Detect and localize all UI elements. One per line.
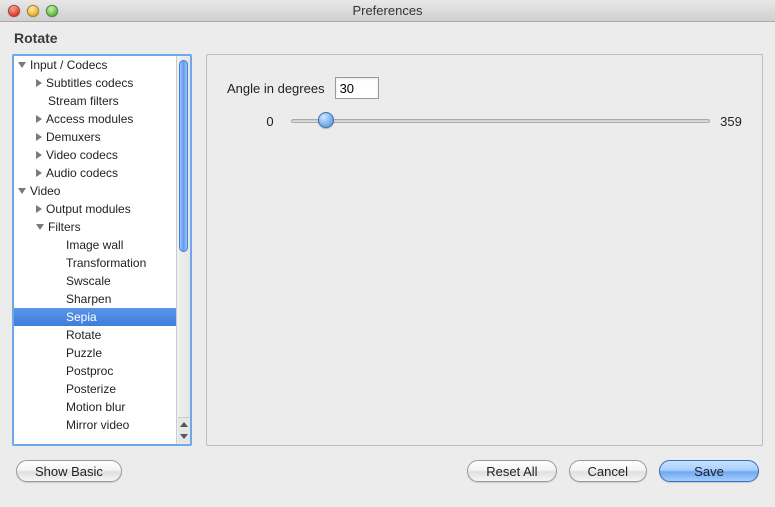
tree-spacer: [54, 259, 62, 267]
angle-label: Angle in degrees: [227, 81, 325, 96]
disclosure-triangle-icon[interactable]: [18, 62, 26, 68]
tree-spacer: [36, 97, 44, 105]
disclosure-triangle-icon[interactable]: [36, 224, 44, 230]
tree-item-label: Video: [30, 184, 60, 198]
tree-spacer: [54, 385, 62, 393]
tree-item[interactable]: Sharpen: [14, 290, 176, 308]
show-basic-button[interactable]: Show Basic: [16, 460, 122, 482]
cancel-button[interactable]: Cancel: [569, 460, 647, 482]
tree-item-label: Puzzle: [66, 346, 102, 360]
tree-item[interactable]: Subtitles codecs: [14, 74, 176, 92]
slider-max-label: 359: [720, 114, 742, 129]
disclosure-triangle-icon[interactable]: [36, 115, 42, 123]
disclosure-triangle-icon[interactable]: [18, 188, 26, 194]
tree-item[interactable]: Transformation: [14, 254, 176, 272]
tree-item-label: Image wall: [66, 238, 123, 252]
window-title: Preferences: [0, 3, 775, 18]
tree-item[interactable]: Motion blur: [14, 398, 176, 416]
scroll-thumb[interactable]: [179, 60, 188, 252]
tree-spacer: [54, 367, 62, 375]
tree-item[interactable]: Posterize: [14, 380, 176, 398]
tree-item[interactable]: Output modules: [14, 200, 176, 218]
disclosure-triangle-icon[interactable]: [36, 169, 42, 177]
disclosure-triangle-icon[interactable]: [36, 205, 42, 213]
chevron-up-icon: [180, 422, 188, 427]
tree-item[interactable]: Mirror video: [14, 416, 176, 434]
tree-item[interactable]: Swscale: [14, 272, 176, 290]
tree-spacer: [54, 313, 62, 321]
save-button[interactable]: Save: [659, 460, 759, 482]
reset-all-button[interactable]: Reset All: [467, 460, 556, 482]
tree-item-label: Rotate: [66, 328, 101, 342]
category-sidebar: Input / Codecs Subtitles codecs Stream fil…: [12, 54, 192, 446]
tree-item[interactable]: Sepia: [14, 308, 176, 326]
tree-item[interactable]: Video: [14, 182, 176, 200]
content-area: Input / Codecs Subtitles codecs Stream fil…: [0, 50, 775, 454]
tree-item-label: Mirror video: [66, 418, 129, 432]
tree-item-label: Postproc: [66, 364, 113, 378]
tree-item[interactable]: Postproc: [14, 362, 176, 380]
titlebar: Preferences: [0, 0, 775, 22]
scroll-down-button[interactable]: [178, 430, 189, 443]
tree-item-label: Output modules: [46, 202, 131, 216]
tree-item-label: Filters: [48, 220, 81, 234]
tree-item-label: Motion blur: [66, 400, 125, 414]
tree-item[interactable]: Stream filters: [14, 92, 176, 110]
tree-item-label: Audio codecs: [46, 166, 118, 180]
tree-item[interactable]: Video codecs: [14, 146, 176, 164]
tree-item-label: Posterize: [66, 382, 116, 396]
tree-item[interactable]: Puzzle: [14, 344, 176, 362]
footer-bar: Show Basic Reset All Cancel Save: [0, 454, 775, 492]
page-title: Rotate: [0, 22, 775, 50]
disclosure-triangle-icon[interactable]: [36, 79, 42, 87]
tree-item-label: Sepia: [66, 310, 97, 324]
tree-item[interactable]: Audio codecs: [14, 164, 176, 182]
tree-item-label: Swscale: [66, 274, 111, 288]
angle-field-row: Angle in degrees: [227, 77, 742, 99]
angle-input[interactable]: [335, 77, 379, 99]
category-tree[interactable]: Input / Codecs Subtitles codecs Stream fil…: [14, 56, 176, 444]
tree-spacer: [54, 403, 62, 411]
tree-item-label: Stream filters: [48, 94, 119, 108]
disclosure-triangle-icon[interactable]: [36, 133, 42, 141]
disclosure-triangle-icon[interactable]: [36, 151, 42, 159]
angle-slider[interactable]: [291, 111, 710, 131]
tree-item-label: Demuxers: [46, 130, 101, 144]
tree-item[interactable]: Demuxers: [14, 128, 176, 146]
tree-item[interactable]: Rotate: [14, 326, 176, 344]
tree-item-label: Video codecs: [46, 148, 118, 162]
tree-item[interactable]: Input / Codecs: [14, 56, 176, 74]
tree-spacer: [54, 421, 62, 429]
tree-item-label: Access modules: [46, 112, 133, 126]
tree-item-label: Subtitles codecs: [46, 76, 133, 90]
chevron-down-icon: [180, 434, 188, 439]
tree-item-label: Sharpen: [66, 292, 111, 306]
tree-spacer: [54, 241, 62, 249]
tree-item[interactable]: Image wall: [14, 236, 176, 254]
tree-item-label: Input / Codecs: [30, 58, 107, 72]
tree-item-label: Transformation: [66, 256, 146, 270]
tree-spacer: [54, 295, 62, 303]
tree-item[interactable]: Access modules: [14, 110, 176, 128]
tree-spacer: [54, 349, 62, 357]
slider-thumb[interactable]: [318, 112, 334, 128]
tree-item[interactable]: Filters: [14, 218, 176, 236]
slider-track: [291, 119, 710, 123]
footer-button-group: Reset All Cancel Save: [467, 460, 759, 482]
angle-slider-row: 0 359: [227, 111, 742, 131]
sidebar-scrollbar[interactable]: [176, 56, 190, 444]
tree-spacer: [54, 331, 62, 339]
tree-spacer: [54, 277, 62, 285]
slider-min-label: 0: [259, 114, 281, 129]
settings-panel: Angle in degrees 0 359: [206, 54, 763, 446]
scroll-up-button[interactable]: [178, 417, 189, 430]
